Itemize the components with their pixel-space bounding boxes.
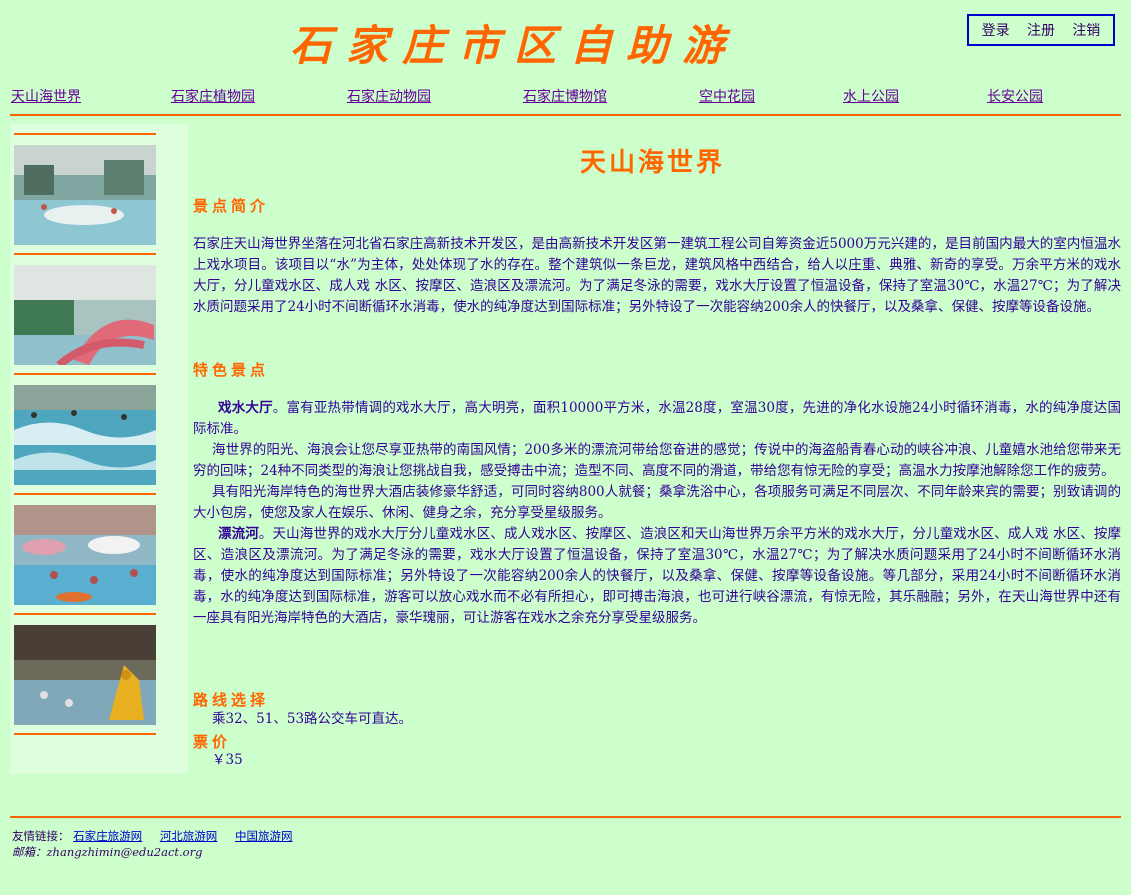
feature-4-text: 。天山海世界的戏水大厅分儿童戏水区、成人戏水区、按摩区、造浪区和天山海世界万余平…: [193, 526, 1122, 626]
ticket-heading: 票价: [193, 733, 232, 751]
route-heading: 路线选择: [193, 691, 270, 709]
photo-kids-pool: [14, 625, 156, 725]
feature-4-title: 漂流河: [218, 526, 259, 542]
sidebar-divider: [14, 373, 156, 375]
photo-wave-pool: [14, 385, 156, 485]
site-title: 石家庄市区自助游: [290, 21, 739, 70]
footer-link-hebei-travel[interactable]: 河北旅游网: [160, 829, 218, 843]
top-nav: 天山海世界 石家庄植物园 石家庄动物园 石家庄博物馆 空中花园 水上公园 长安公…: [0, 86, 1131, 110]
page-title: 天山海世界: [580, 148, 726, 178]
intro-heading: 景点简介: [193, 197, 270, 215]
photo-water-hall: [14, 145, 156, 245]
intro-paragraph: 石家庄天山海世界坐落在河北省石家庄高新技术开发区，是由高新技术开发区第一建筑工程…: [193, 234, 1121, 318]
feature-3-text: 具有阳光海岸特色的海世界大酒店装修豪华舒适，可同时容纳800人就餐；桑拿洗浴中心…: [193, 484, 1121, 521]
login-link[interactable]: 登录: [982, 20, 1010, 40]
footer-link-china-travel[interactable]: 中国旅游网: [235, 829, 293, 843]
feature-2-text: 海世界的阳光、海浪会让您尽享亚热带的南国风情；200多米的漂流河带给您奋进的感觉…: [193, 442, 1121, 479]
top-divider: [10, 114, 1121, 116]
sidebar-divider: [14, 613, 156, 615]
sidebar-divider: [14, 733, 156, 735]
logout-link[interactable]: 注销: [1072, 20, 1100, 40]
photo-pool-crowd: [14, 505, 156, 605]
sidebar-divider: [14, 493, 156, 495]
nav-item-tianshanhai[interactable]: 天山海世界: [11, 86, 81, 106]
ticket-price: ￥35: [212, 752, 243, 768]
route-text: 乘32、51、53路公交车可直达。: [212, 711, 413, 727]
nav-item-changan-park[interactable]: 长安公园: [987, 86, 1043, 106]
auth-box: 登录 注册 注销: [967, 14, 1115, 46]
nav-item-museum[interactable]: 石家庄博物馆: [523, 86, 607, 106]
nav-item-botanical-garden[interactable]: 石家庄植物园: [171, 86, 255, 106]
register-link[interactable]: 注册: [1027, 20, 1055, 40]
sidebar-divider: [14, 253, 156, 255]
photo-water-slide: [14, 265, 156, 365]
intro-text: 石家庄天山海世界坐落在河北省石家庄高新技术开发区，是由高新技术开发区第一建筑工程…: [193, 236, 1121, 315]
sidebar-divider: [14, 133, 156, 135]
footer-link-shijiazhuang-travel[interactable]: 石家庄旅游网: [73, 829, 142, 843]
footer-links-row: 友情链接： 石家庄旅游网 河北旅游网 中国旅游网: [12, 828, 306, 844]
feature-1-title: 戏水大厅: [218, 400, 273, 416]
nav-item-water-park[interactable]: 水上公园: [843, 86, 899, 106]
feature-heading: 特色景点: [193, 361, 270, 379]
footer-email-label: 邮箱：: [12, 845, 47, 859]
nav-item-sky-garden[interactable]: 空中花园: [699, 86, 755, 106]
footer-email-row: 邮箱：zhangzhimin@edu2act.org: [12, 844, 306, 860]
footer-email: zhangzhimin@edu2act.org: [46, 845, 203, 859]
feature-paragraphs: 戏水大厅。富有亚热带情调的戏水大厅，高大明亮，面积10000平方米，水温28度，…: [193, 398, 1121, 629]
feature-1-text: 。富有亚热带情调的戏水大厅，高大明亮，面积10000平方米，水温28度，室温30…: [193, 400, 1122, 437]
footer-links-label: 友情链接：: [12, 829, 70, 843]
sidebar-gallery: [10, 124, 188, 774]
bottom-divider: [10, 816, 1121, 818]
nav-item-zoo[interactable]: 石家庄动物园: [347, 86, 431, 106]
footer: 友情链接： 石家庄旅游网 河北旅游网 中国旅游网 邮箱：zhangzhimin@…: [12, 828, 306, 860]
